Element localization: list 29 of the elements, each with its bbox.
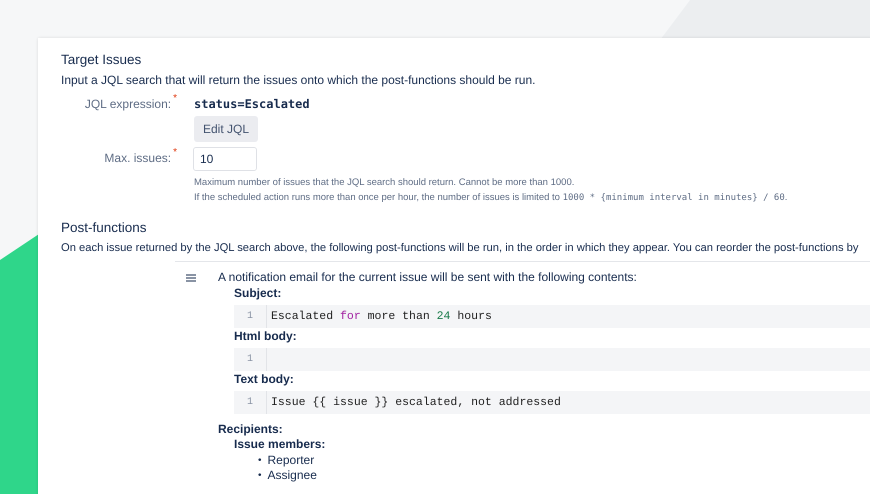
field-label: Html body: — [234, 329, 298, 344]
members-label: Issue members: — [234, 437, 326, 452]
section-title: Post-functions — [61, 220, 148, 235]
list-item: Assignee — [268, 468, 317, 483]
list-item: Reporter — [268, 453, 314, 468]
code-line: Issue {{ issue }} escalated, not addressed — [270, 396, 561, 409]
help-text: If the scheduled action runs more than once per hour, the number of issues is limited to 1000 * {minimum interval in minutes} / 60. — [194, 191, 788, 205]
field-label: JQL expression: — [84, 97, 172, 111]
required-mark: * — [173, 93, 177, 106]
drag-handle-icon[interactable] — [186, 274, 196, 282]
jql-value: status=Escalated — [194, 96, 310, 110]
bullet: • — [258, 454, 262, 468]
line-number: 1 — [234, 391, 267, 414]
field-label: Max. issues: — [104, 151, 172, 165]
edit-jql-button[interactable]: Edit JQL — [194, 116, 258, 142]
required-mark: * — [173, 147, 177, 160]
field-label: Text body: — [234, 372, 295, 387]
code-line: Escalated for more than 24 hours — [270, 310, 492, 323]
bullet: • — [258, 469, 262, 483]
line-number: 1 — [234, 348, 267, 371]
section-description: On each issue returned by the JQL search above, the following post-functions will be run, in the order in which they appear. You can reorder the post-functions by — [61, 241, 860, 256]
help-text: Maximum number of issues that the JQL search should return. Cannot be more than 1000. — [194, 176, 576, 190]
max-issues-field[interactable]: 10 — [193, 147, 257, 171]
field-label: Subject: — [234, 286, 282, 301]
section-title: Target Issues — [61, 52, 142, 67]
line-number: 1 — [234, 305, 267, 328]
post-function-summary: A notification email for the current issue will be sent with the following contents: — [218, 270, 638, 285]
section-description: Input a JQL search that will return the issues onto which the post-functions should be run. — [61, 73, 536, 88]
recipients-label: Recipients: — [218, 422, 284, 437]
